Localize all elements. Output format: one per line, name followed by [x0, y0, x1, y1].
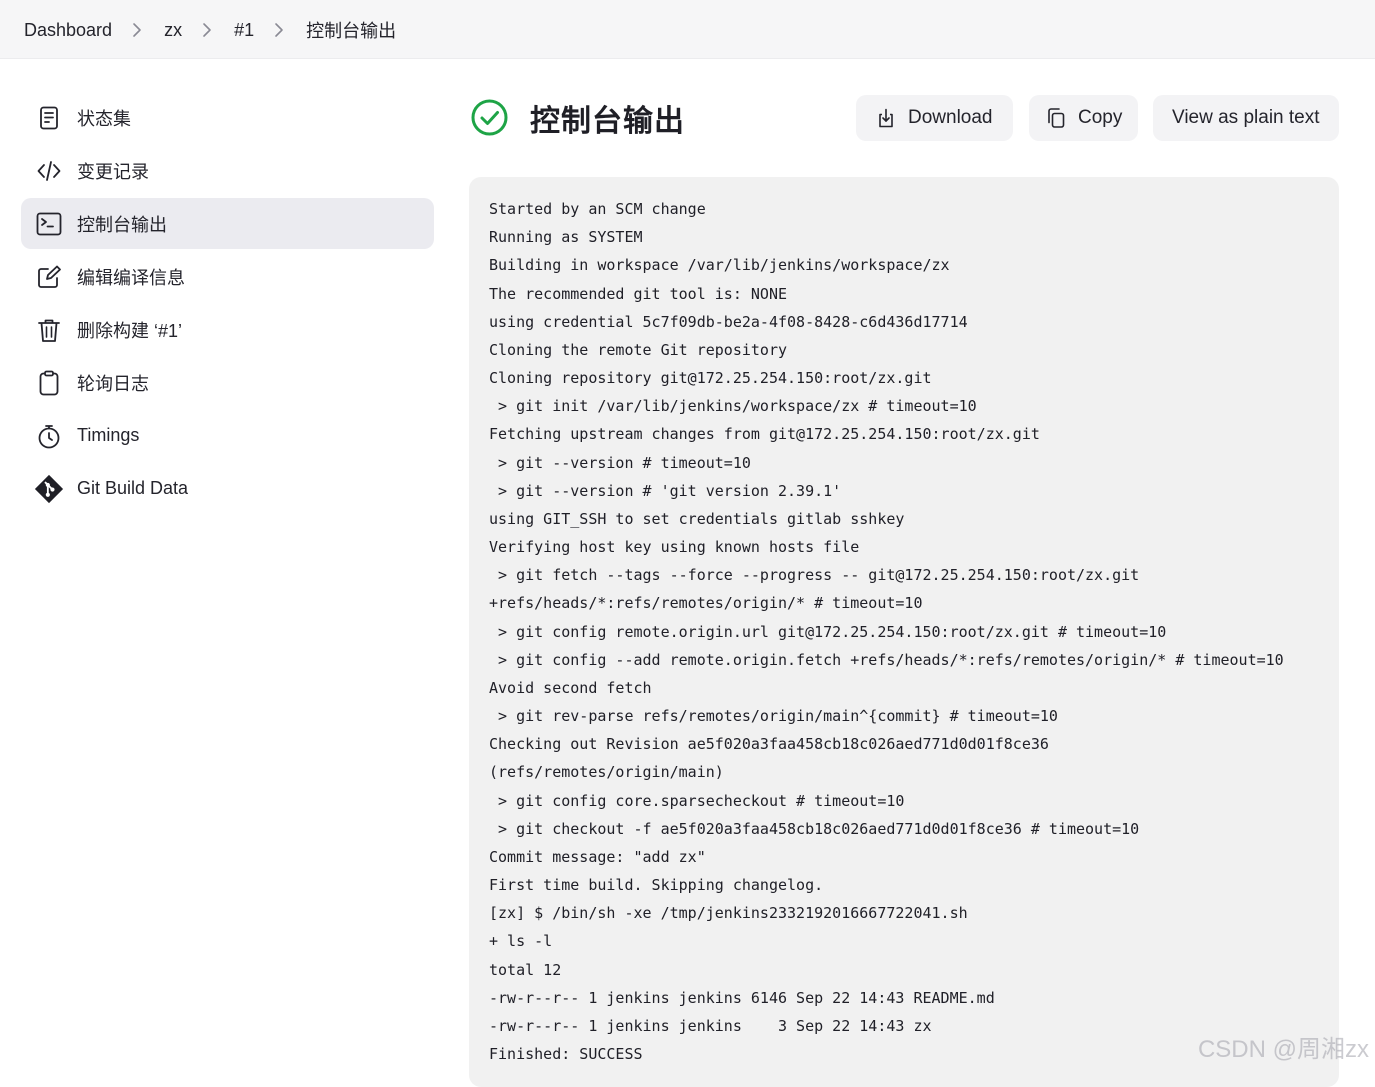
sidebar-item-label: 轮询日志 [77, 373, 149, 394]
console-line: -rw-r--r-- 1 jenkins jenkins 3 Sep 22 14… [489, 1016, 932, 1035]
sidebar-item-git-build-data[interactable]: Git Build Data [21, 463, 434, 514]
console-line: First time build. Skipping changelog. [489, 876, 824, 895]
download-button-label: Download [908, 107, 993, 128]
trash-icon [36, 317, 62, 343]
clipboard-icon [36, 370, 62, 396]
view-plain-text-button[interactable]: View as plain text [1153, 95, 1339, 141]
chevron-right-icon [132, 22, 142, 38]
console-line: > git fetch --tags --force --progress --… [489, 566, 1140, 585]
breadcrumb-job[interactable]: zx [164, 20, 182, 41]
console-line: > git --version # 'git version 2.39.1' [489, 481, 842, 500]
console-line: Building in workspace /var/lib/jenkins/w… [489, 256, 950, 275]
breadcrumb-build[interactable]: #1 [234, 20, 254, 41]
edit-icon [36, 264, 62, 290]
console-line: Cloning the remote Git repository [489, 340, 788, 359]
watermark: CSDN @周湘zx [1197, 1036, 1369, 1063]
console-line: using credential 5c7f09db-be2a-4f08-8428… [489, 312, 968, 331]
console-line: (refs/remotes/origin/main) [489, 763, 724, 782]
console-line: Fetching upstream changes from git@172.2… [489, 425, 1040, 444]
code-icon [36, 158, 62, 184]
console-line: +refs/heads/*:refs/remotes/origin/* # ti… [489, 594, 923, 613]
sidebar-item-label: Git Build Data [77, 478, 189, 498]
console-output: Started by an SCM change Running as SYST… [469, 177, 1339, 1087]
document-icon [36, 105, 62, 131]
console-line: using GIT_SSH to set credentials gitlab … [489, 509, 905, 528]
success-check-icon [470, 98, 510, 138]
copy-button[interactable]: Copy [1029, 95, 1138, 141]
download-icon [876, 108, 896, 128]
console-line: Finished: SUCCESS [489, 1045, 643, 1064]
git-icon [34, 474, 64, 504]
copy-icon [1046, 108, 1066, 128]
console-line: Checking out Revision ae5f020a3faa458cb1… [489, 735, 1049, 754]
console-line: Running as SYSTEM [489, 228, 643, 247]
console-line: > git config --add remote.origin.fetch +… [489, 650, 1284, 669]
console-line: Cloning repository git@172.25.254.150:ro… [489, 369, 932, 388]
console-line: The recommended git tool is: NONE [489, 284, 788, 303]
terminal-icon [36, 211, 62, 237]
chevron-right-icon [274, 22, 284, 38]
console-line: > git checkout -f ae5f020a3faa458cb18c02… [489, 819, 1140, 838]
console-line: Commit message: "add zx" [489, 847, 706, 866]
sidebar-item-changes[interactable]: 变更记录 [21, 145, 434, 196]
sidebar-item-label: 删除构建 ‘#1’ [77, 320, 183, 341]
console-line: > git rev-parse refs/remotes/origin/main… [489, 707, 1058, 726]
sidebar-item-label: 状态集 [77, 108, 131, 129]
sidebar-item-label: 控制台输出 [77, 214, 167, 235]
console-text: Started by an SCM change Running as SYST… [489, 195, 1339, 1068]
breadcrumb-console[interactable]: 控制台输出 [306, 17, 396, 43]
sidebar-item-console-output[interactable]: 控制台输出 [21, 198, 434, 249]
sidebar-item-label: Timings [77, 425, 140, 445]
stopwatch-icon [36, 423, 62, 449]
console-line: > git config core.sparsecheckout # timeo… [489, 791, 905, 810]
console-line: Started by an SCM change [489, 200, 706, 218]
view-plain-text-label: View as plain text [1172, 107, 1320, 128]
console-line: total 12 [489, 960, 562, 979]
console-line: Avoid second fetch [489, 678, 652, 697]
download-button[interactable]: Download [856, 95, 1013, 141]
breadcrumb-dashboard[interactable]: Dashboard [24, 20, 112, 41]
sidebar-item-timings[interactable]: Timings [21, 410, 434, 461]
console-line: + ls -l [489, 932, 553, 951]
sidebar-item-polling-log[interactable]: 轮询日志 [21, 357, 434, 408]
console-line: > git init /var/lib/jenkins/workspace/zx… [489, 397, 977, 416]
chevron-right-icon [202, 22, 212, 38]
console-line: > git --version # timeout=10 [489, 453, 751, 472]
top-bar: Dashboard zx #1 控制台输出 [0, 0, 1375, 59]
sidebar-item-status[interactable]: 状态集 [21, 92, 434, 143]
console-line: [zx] $ /bin/sh -xe /tmp/jenkins233219201… [489, 904, 968, 923]
sidebar-item-delete-build[interactable]: 删除构建 ‘#1’ [21, 304, 434, 355]
page-title: 控制台输出 [530, 105, 685, 138]
console-line: -rw-r--r-- 1 jenkins jenkins 6146 Sep 22… [489, 988, 995, 1007]
console-line: Verifying host key using known hosts fil… [489, 538, 860, 557]
breadcrumb: Dashboard zx #1 控制台输出 [24, 17, 396, 43]
sidebar: 状态集 变更记录 控制台输出 编辑编译信息 删除构建 ‘#1’ 轮询日志 Tim… [21, 92, 434, 516]
sidebar-item-label: 编辑编译信息 [77, 267, 185, 288]
console-line: > git config remote.origin.url git@172.2… [489, 622, 1167, 641]
copy-button-label: Copy [1078, 107, 1123, 128]
sidebar-item-edit-build-info[interactable]: 编辑编译信息 [21, 251, 434, 302]
sidebar-item-label: 变更记录 [77, 161, 149, 182]
